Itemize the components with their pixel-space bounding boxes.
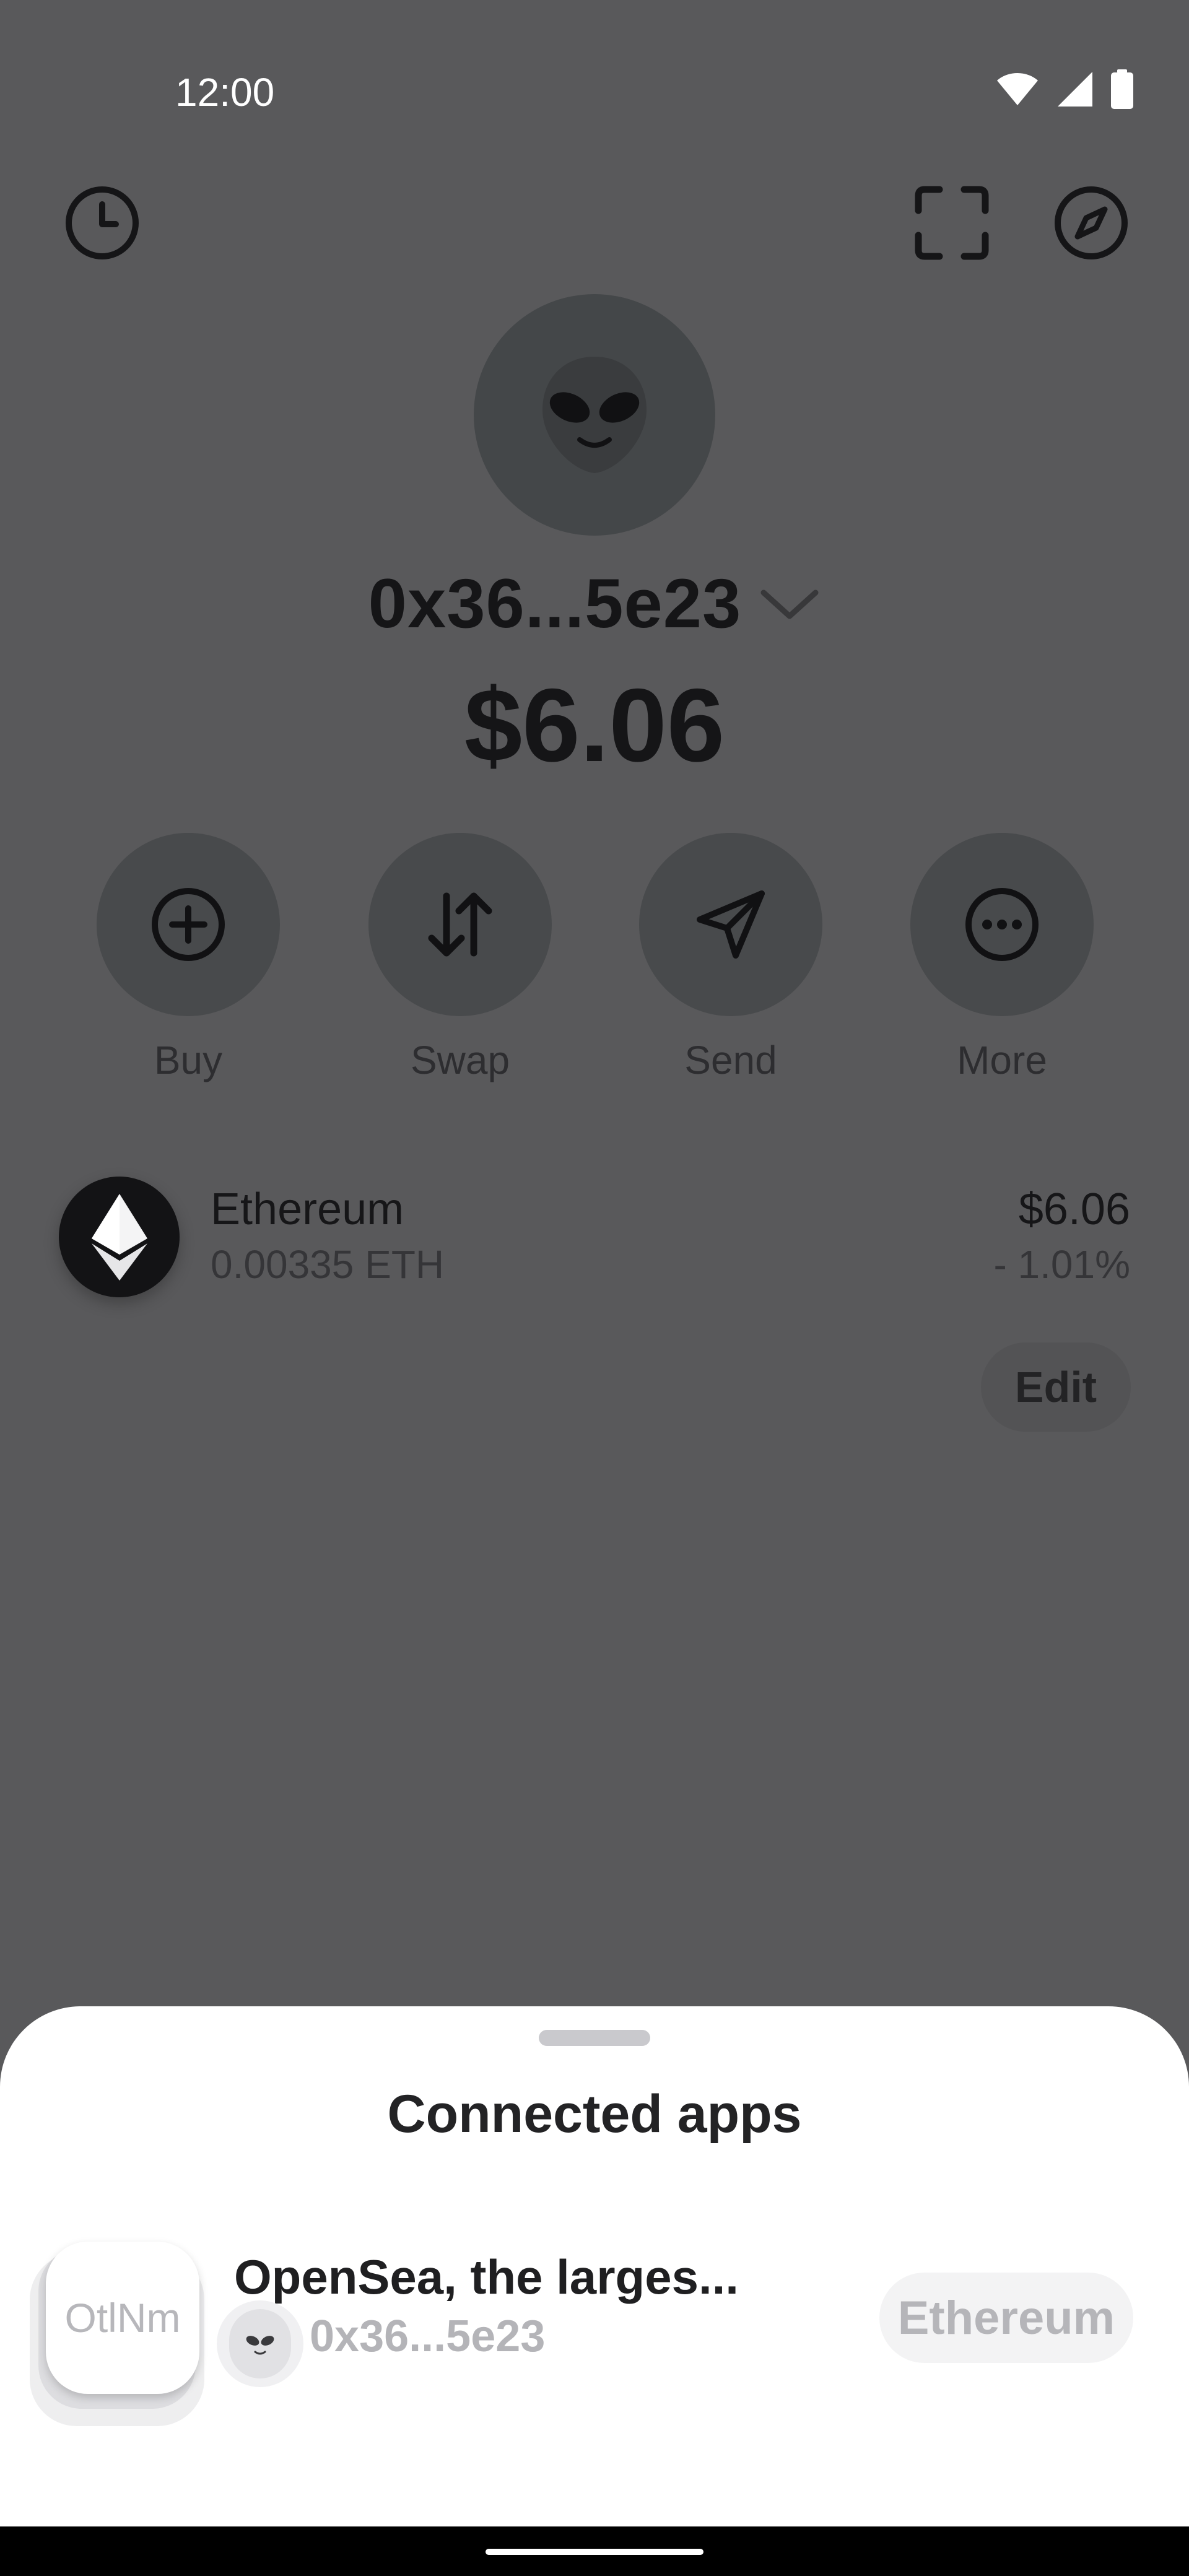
more-circle xyxy=(910,833,1094,1016)
wallet-screen: 12:00 0x36...5e23 $6.06 Buy Swap Send Mo… xyxy=(0,0,1189,2576)
alien-avatar-small-icon xyxy=(229,2309,291,2378)
ethereum-icon xyxy=(59,1177,180,1297)
buy-label: Buy xyxy=(154,1038,223,1082)
app-icon: OtlNm xyxy=(46,2242,199,2394)
buy-button[interactable]: Buy xyxy=(97,833,280,1083)
sheet-title: Connected apps xyxy=(387,2084,802,2144)
send-label: Send xyxy=(684,1038,777,1082)
wallet-address: 0x36...5e23 xyxy=(368,565,742,642)
send-plane-icon xyxy=(697,890,765,959)
swap-arrows-icon xyxy=(428,892,492,957)
swap-circle xyxy=(368,833,552,1016)
token-name: Ethereum xyxy=(211,1185,404,1234)
buy-circle xyxy=(97,833,280,1016)
wifi-icon xyxy=(997,73,1038,105)
more-label: More xyxy=(957,1038,1047,1082)
app-account-address: 0x36...5e23 xyxy=(310,2312,546,2361)
compass-icon xyxy=(1055,186,1128,259)
wallet-avatar[interactable] xyxy=(474,294,715,536)
send-button[interactable]: Send xyxy=(639,833,822,1083)
app-name: OpenSea, the larges... xyxy=(234,2250,739,2304)
status-time: 12:00 xyxy=(175,70,275,115)
battery-icon xyxy=(1111,69,1133,109)
address-selector[interactable]: 0x36...5e23 xyxy=(0,564,1189,643)
chevron-down-icon xyxy=(760,590,819,619)
token-row[interactable]: Ethereum 0.00335 ETH $6.06 - 1.01% xyxy=(59,1177,1130,1300)
clock-icon xyxy=(66,186,139,259)
token-change: - 1.01% xyxy=(993,1242,1130,1287)
token-amount: 0.00335 ETH xyxy=(211,1242,445,1287)
cellular-signal-icon xyxy=(1058,72,1092,107)
connected-apps-sheet: Connected apps OtlNm OpenSea, the larges… xyxy=(0,2006,1189,2526)
network-pill[interactable]: Ethereum xyxy=(879,2273,1133,2363)
plus-circle-icon xyxy=(152,888,225,961)
edit-button[interactable]: Edit xyxy=(981,1342,1131,1432)
alien-avatar-icon xyxy=(542,357,647,473)
sheet-grabber[interactable] xyxy=(539,2030,650,2046)
more-dots-icon xyxy=(965,888,1039,961)
status-icons xyxy=(996,69,1133,109)
send-circle xyxy=(639,833,822,1016)
history-button[interactable] xyxy=(62,183,142,263)
scan-frame-icon xyxy=(915,186,989,260)
token-value: $6.06 xyxy=(1018,1185,1130,1234)
home-gesture-handle[interactable] xyxy=(486,2549,703,2555)
more-button[interactable]: More xyxy=(910,833,1094,1083)
wallet-balance: $6.06 xyxy=(464,667,725,783)
swap-label: Swap xyxy=(410,1038,510,1082)
browser-button[interactable] xyxy=(1051,183,1131,263)
connected-app-row[interactable]: OtlNm OpenSea, the larges... 0x36...5e23… xyxy=(25,2242,1139,2440)
system-nav-bar xyxy=(0,2526,1189,2576)
mini-avatar xyxy=(217,2300,303,2387)
scan-button[interactable] xyxy=(912,183,992,263)
swap-button[interactable]: Swap xyxy=(368,833,552,1083)
